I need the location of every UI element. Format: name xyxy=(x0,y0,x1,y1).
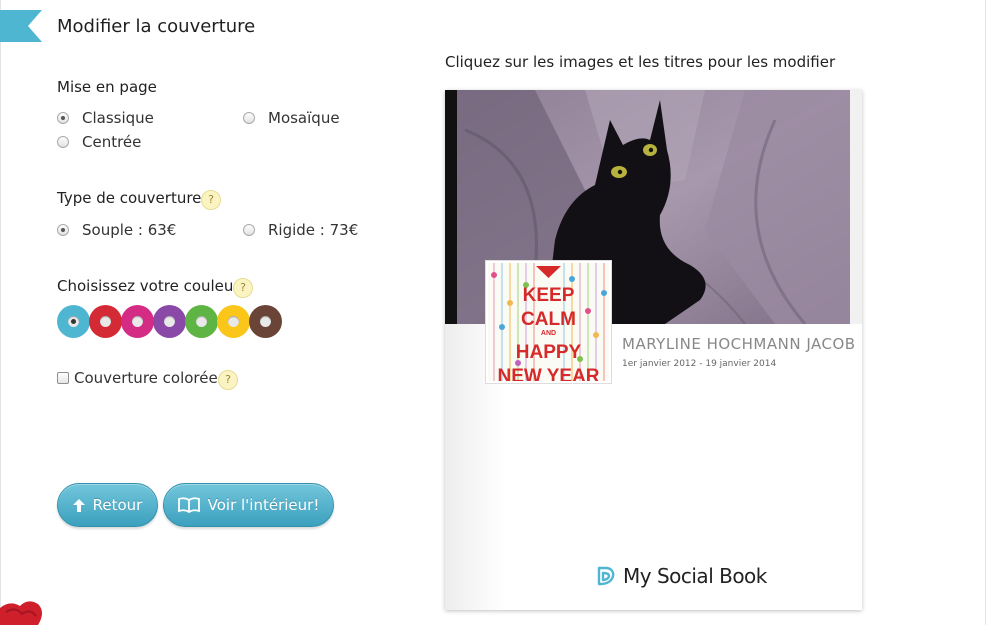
brand-logo: My Social Book xyxy=(595,564,767,588)
radio-label: Rigide : 73€ xyxy=(268,221,359,239)
color-swatch[interactable] xyxy=(121,305,154,338)
help-icon[interactable]: ? xyxy=(201,190,221,210)
radio-button[interactable] xyxy=(57,224,69,236)
back-label: Retour xyxy=(92,496,143,514)
radio-label: Centrée xyxy=(82,133,142,151)
radio-label: Classique xyxy=(82,109,154,127)
ribbon-bow-icon xyxy=(0,601,42,625)
radio-button[interactable] xyxy=(243,112,255,124)
thumb-line-2: CALM xyxy=(521,309,576,330)
radio-button[interactable] xyxy=(57,136,69,148)
radio-layout-centree[interactable]: Centrée xyxy=(57,133,141,151)
thumb-line-4: HAPPY xyxy=(516,342,582,363)
color-label: Choisissez votre couleur xyxy=(57,277,240,295)
page-title: Modifier la couverture xyxy=(57,16,256,37)
help-icon[interactable]: ? xyxy=(218,370,238,390)
book-dates[interactable]: 1er janvier 2012 - 19 janvier 2014 xyxy=(622,359,776,369)
book-cover-preview: KEEP CALM AND HAPPY NEW YEAR MARYLINE HO… xyxy=(445,90,862,610)
color-swatch[interactable] xyxy=(249,305,282,338)
cover-type-label: Type de couverture xyxy=(57,189,202,207)
checkbox[interactable] xyxy=(57,372,69,384)
thumb-line-1: KEEP xyxy=(523,285,575,306)
radio-button[interactable] xyxy=(243,224,255,236)
preview-hint: Cliquez sur les images et les titres pou… xyxy=(445,53,836,71)
book-title[interactable]: MARYLINE HOCHMANN JACOB xyxy=(622,335,856,353)
help-icon[interactable]: ? xyxy=(233,278,253,298)
view-inside-label: Voir l'intérieur! xyxy=(207,496,320,514)
radio-label: Mosaïque xyxy=(268,109,340,127)
thumb-line-5: NEW YEAR xyxy=(497,366,599,381)
back-button[interactable]: Retour xyxy=(57,483,158,527)
layout-label: Mise en page xyxy=(57,78,157,96)
ribbon-icon xyxy=(0,10,42,42)
color-swatch[interactable] xyxy=(185,305,218,338)
heart-logo-icon xyxy=(597,566,615,586)
checkbox-label: Couverture colorée xyxy=(74,369,218,387)
color-swatch[interactable] xyxy=(217,305,250,338)
color-swatch[interactable] xyxy=(89,305,122,338)
radio-layout-mosaique[interactable]: Mosaïque xyxy=(243,109,340,127)
thumb-line-3: AND xyxy=(541,330,556,337)
keep-calm-image: KEEP CALM AND HAPPY NEW YEAR xyxy=(488,263,609,381)
radio-cover-souple[interactable]: Souple : 63€ xyxy=(57,221,176,239)
radio-cover-rigide[interactable]: Rigide : 73€ xyxy=(243,221,358,239)
radio-label: Souple : 63€ xyxy=(82,221,177,239)
color-swatch[interactable] xyxy=(153,305,186,338)
brand-name: My Social Book xyxy=(623,564,767,588)
colored-cover-checkbox[interactable]: Couverture colorée xyxy=(57,369,218,387)
radio-button[interactable] xyxy=(57,112,69,124)
view-inside-button[interactable]: Voir l'intérieur! xyxy=(163,483,334,527)
color-swatch[interactable] xyxy=(57,305,90,338)
open-book-icon xyxy=(177,497,200,513)
cover-thumbnail[interactable]: KEEP CALM AND HAPPY NEW YEAR xyxy=(486,261,611,383)
arrow-up-icon xyxy=(72,498,85,512)
radio-layout-classique[interactable]: Classique xyxy=(57,109,154,127)
